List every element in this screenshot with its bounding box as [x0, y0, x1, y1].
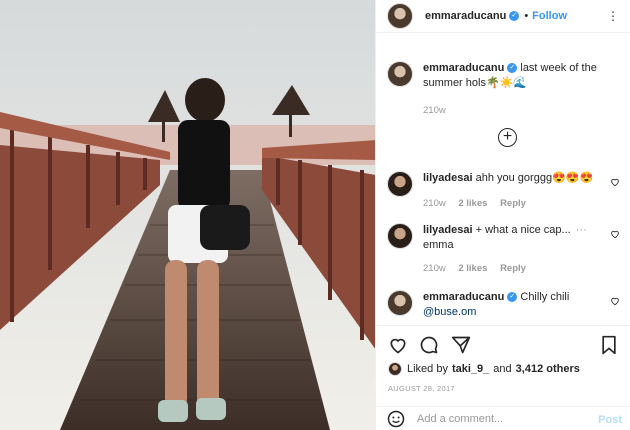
verified-badge-icon: ✓ — [509, 11, 520, 22]
reply-button[interactable]: Reply — [500, 263, 526, 274]
emoji-smiley-icon[interactable] — [387, 410, 405, 428]
comment-avatar[interactable] — [387, 290, 413, 316]
comment-text: Chilly chili — [520, 291, 570, 303]
load-more-comments-icon[interactable]: + — [498, 128, 517, 147]
likes-prefix: Liked by — [407, 363, 448, 375]
caption-time: 210w — [423, 105, 446, 116]
caption-username[interactable]: emmaraducanu — [423, 62, 504, 74]
comment-text: ahh you gorggg😍😍😍 — [475, 172, 594, 184]
username[interactable]: emmaraducanu — [425, 10, 506, 22]
comment-more-dots[interactable]: ··· — [576, 224, 587, 236]
comment-username[interactable]: lilyadesai — [423, 224, 473, 236]
heart-icon[interactable] — [610, 229, 620, 239]
add-comment-bar: Add a comment... Post — [376, 406, 630, 430]
comment-time: 210w — [423, 263, 446, 274]
post-date: AUGUST 28, 2017 — [388, 384, 455, 393]
post-sidebar: emmaraducanu ✓ • Follow ⋮ emmaraducanu ✓ l… — [376, 0, 630, 430]
comment-avatar[interactable] — [387, 171, 413, 197]
comment-time: 210w — [423, 198, 446, 209]
comment-likes[interactable]: 2 likes — [458, 263, 487, 274]
likes-others[interactable]: 3,412 others — [516, 363, 580, 375]
post-photo[interactable] — [0, 0, 376, 430]
heart-icon[interactable] — [610, 296, 620, 306]
comment-avatar[interactable] — [387, 223, 413, 249]
like-heart-icon[interactable] — [388, 335, 408, 355]
follow-button[interactable]: Follow — [532, 10, 567, 22]
comment-username[interactable]: lilyadesai — [423, 172, 473, 184]
verified-badge-icon: ✓ — [507, 63, 518, 74]
likes-and: and — [493, 363, 512, 375]
comment-username[interactable]: emmaraducanu — [423, 291, 504, 303]
comment-item: emmaraducanu ✓ Chilly chili @buse.om — [387, 290, 620, 320]
post-comment-button[interactable]: Post — [598, 414, 622, 426]
reply-button[interactable]: Reply — [500, 198, 526, 209]
comment-bubble-icon[interactable] — [419, 335, 439, 355]
comment-item: lilyadesai ahh you gorggg😍😍😍 210w 2 like… — [387, 171, 620, 209]
comment-item: lilyadesai + what a nice cap... ··· emma… — [387, 223, 620, 274]
comment-likes[interactable]: 2 likes — [458, 198, 487, 209]
header-separator: • — [524, 10, 529, 22]
action-bar: Liked by taki_9_ and 3,412 others AUGUST… — [376, 325, 630, 430]
heart-icon[interactable] — [610, 177, 620, 187]
likes-summary: Liked by taki_9_ and 3,412 others — [388, 362, 580, 376]
caption-avatar[interactable] — [387, 61, 413, 87]
comment-text-continued: emma — [423, 239, 454, 251]
share-paper-plane-icon[interactable] — [451, 335, 471, 355]
header-username[interactable]: emmaraducanu ✓ — [425, 10, 520, 22]
liker-avatar[interactable] — [388, 362, 402, 376]
post-header: emmaraducanu ✓ • Follow ⋮ — [376, 0, 630, 33]
photo-scene — [0, 0, 375, 430]
add-comment-input[interactable]: Add a comment... — [417, 413, 503, 425]
caption: emmaraducanu ✓ last week of the summer ho… — [387, 61, 620, 116]
comment-text: + what a nice cap... — [475, 224, 571, 236]
liker-username[interactable]: taki_9_ — [452, 363, 489, 375]
save-bookmark-icon[interactable] — [600, 335, 618, 355]
verified-badge-icon: ✓ — [507, 292, 518, 303]
more-dots-icon[interactable]: ⋮ — [607, 9, 620, 23]
mention-link[interactable]: @buse.om — [423, 306, 476, 318]
instagram-post: emmaraducanu ✓ • Follow ⋮ emmaraducanu ✓ l… — [0, 0, 630, 430]
avatar[interactable] — [387, 3, 413, 29]
